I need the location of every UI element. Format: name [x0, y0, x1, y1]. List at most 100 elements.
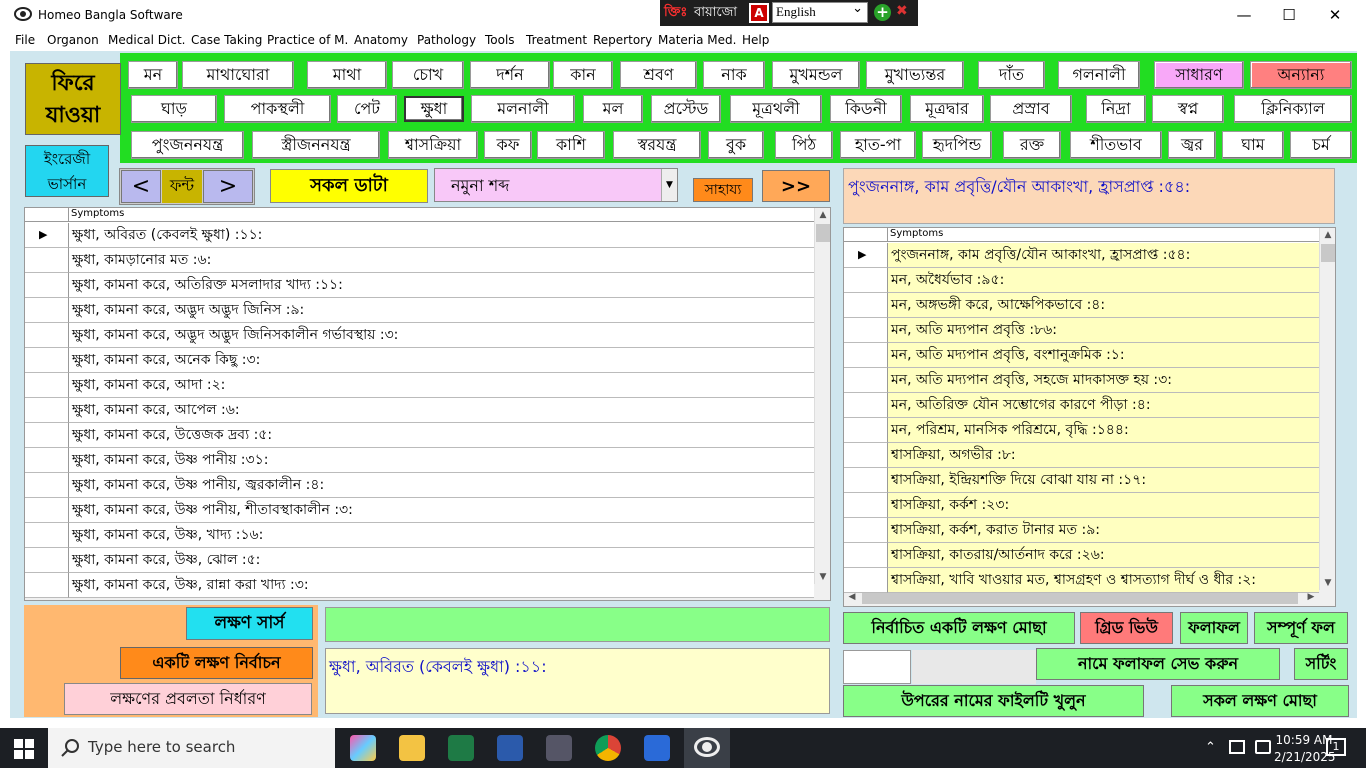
table-row[interactable]: শ্বাসক্রিয়া, কাতরায়/আর্তনাদ করে :২৬: [888, 543, 1319, 568]
menu-organon[interactable]: Organon [47, 33, 99, 47]
table-row[interactable]: ক্ষুধা, কামনা করে, অতিরিক্ত মসলাদার খাদ্… [69, 273, 814, 298]
category-cough[interactable]: কাশি [537, 131, 605, 159]
row-header[interactable] [25, 548, 69, 573]
keyboard-a-icon[interactable]: A [749, 3, 769, 23]
category-clinical[interactable]: ক্লিনিক্যাল [1234, 95, 1352, 123]
english-version-button[interactable]: ইংরেজী ভার্সান [25, 145, 109, 197]
table-row[interactable]: শ্বাসক্রিয়া, কর্কশ :২৩: [888, 493, 1319, 518]
category-blood[interactable]: রক্ত [1003, 131, 1061, 159]
row-header[interactable] [25, 423, 69, 448]
symptom-check-button[interactable]: লক্ষণ সার্স [186, 607, 313, 640]
category-general[interactable]: সাধারণ [1154, 61, 1244, 89]
category-rectum[interactable]: মলনালী [471, 95, 575, 123]
category-throat[interactable]: গলনালী [1058, 61, 1140, 89]
sorting-button[interactable]: সর্টিং [1294, 648, 1348, 680]
left-vertical-scrollbar[interactable]: ▲ ▼ [814, 208, 830, 584]
category-female-genitalia[interactable]: স্ত্রীজননযন্ত্র [252, 131, 380, 159]
category-extremities[interactable]: হাত-পা [840, 131, 916, 159]
close-button[interactable]: ✕ [1312, 0, 1358, 30]
app-icon[interactable] [546, 735, 572, 761]
forward-button[interactable]: >> [762, 170, 830, 202]
category-heart[interactable]: হৃদপিন্ড [922, 131, 992, 159]
scroll-down-icon[interactable]: ▼ [1320, 578, 1335, 588]
add-icon[interactable]: + [874, 4, 891, 21]
table-row[interactable]: ক্ষুধা, কামনা করে, উষ্ণ পানীয়, জ্বরকালী… [69, 473, 814, 498]
symptom-prevalence-button[interactable]: লক্ষণের প্রবলতা নির্ধারণ [64, 683, 312, 715]
windows-start-icon[interactable] [14, 739, 34, 759]
delete-all-symptoms-button[interactable]: সকল লক্ষণ মোছা [1171, 685, 1349, 717]
row-header[interactable] [844, 518, 888, 543]
symptoms-grid-left[interactable]: Symptoms ▲ ▼ ◀ ▶ ▶ক্ষুধা, অবিরত (কেবলই ক… [24, 207, 831, 601]
row-header[interactable] [844, 543, 888, 568]
tools-icon[interactable]: ✖ [896, 3, 914, 21]
file-name-input[interactable] [843, 650, 911, 684]
category-vertigo[interactable]: মাথাঘোরা [182, 61, 294, 89]
category-neck[interactable]: ঘাড় [131, 95, 217, 123]
category-stool[interactable]: মল [583, 95, 643, 123]
menu-materia-med[interactable]: Materia Med. [658, 33, 736, 47]
category-mind[interactable]: মন [128, 61, 178, 89]
keyboard-layout-label[interactable]: বায়াজো [694, 3, 742, 21]
right-vertical-scrollbar[interactable]: ▲ ▼ [1319, 228, 1335, 590]
menu-practice[interactable]: Practice of M. [267, 33, 348, 47]
menu-anatomy[interactable]: Anatomy [354, 33, 408, 47]
table-row[interactable]: ক্ষুধা, কামনা করে, উত্তেজক দ্রব্য :৫: [69, 423, 814, 448]
row-header[interactable] [844, 318, 888, 343]
homeo-bangla-taskbar-button[interactable] [684, 728, 730, 768]
symptom-input-field[interactable] [325, 607, 830, 642]
back-button[interactable]: ফিরে যাওয়া [25, 63, 121, 135]
menu-medical-dict[interactable]: Medical Dict. [108, 33, 185, 47]
category-hearing[interactable]: শ্রবণ [620, 61, 697, 89]
menu-treatment[interactable]: Treatment [526, 33, 587, 47]
media-player-icon[interactable] [644, 735, 670, 761]
language-select[interactable]: English [772, 0, 868, 23]
table-row[interactable]: ক্ষুধা, কামনা করে, আদা :২: [69, 373, 814, 398]
help-button[interactable]: সাহায্য [693, 178, 753, 202]
h-scroll-thumb[interactable] [862, 592, 1298, 604]
category-prostate[interactable]: প্রস্টেড [651, 95, 721, 123]
table-row[interactable]: মন, অঙ্গভঙ্গী করে, আক্ষেপিকভাবে :৪: [888, 293, 1319, 318]
row-header[interactable] [844, 418, 888, 443]
open-file-button[interactable]: উপরের নামের ফাইলটি খুলুন [843, 685, 1144, 717]
chevron-up-icon[interactable]: ⌃ [1205, 740, 1216, 755]
volume-icon[interactable] [1255, 740, 1271, 754]
category-others[interactable]: অন্যান্য [1250, 61, 1352, 89]
category-eye[interactable]: চোখ [392, 61, 464, 89]
menu-help[interactable]: Help [742, 33, 769, 47]
table-row[interactable]: শ্বাসক্রিয়া, খাবি খাওয়ার মত, শ্বাসগ্রহ… [888, 568, 1319, 593]
row-header[interactable] [844, 393, 888, 418]
row-header[interactable] [25, 473, 69, 498]
row-header[interactable] [25, 448, 69, 473]
word-icon[interactable] [497, 735, 523, 761]
scroll-right-icon[interactable]: ▶ [1303, 592, 1319, 602]
category-fever[interactable]: জ্বর [1168, 131, 1216, 159]
row-header[interactable]: ▶ [844, 243, 888, 268]
selected-symptom-field[interactable]: ক্ষুধা, অবিরত (কেবলই ক্ষুধা) :১১: [325, 648, 830, 714]
category-dreams[interactable]: স্বপ্ন [1152, 95, 1224, 123]
clock-time[interactable]: 10:59 AM [1274, 733, 1334, 747]
table-row[interactable]: ক্ষুধা, কামনা করে, আপেল :৬: [69, 398, 814, 423]
category-urine[interactable]: প্রস্রাব [990, 95, 1072, 123]
scroll-up-icon[interactable]: ▲ [1320, 230, 1335, 240]
row-header[interactable] [25, 298, 69, 323]
category-sleep[interactable]: নিদ্রা [1086, 95, 1146, 123]
row-header[interactable] [844, 443, 888, 468]
menu-case-taking[interactable]: Case Taking [191, 33, 262, 47]
category-back[interactable]: পিঠ [775, 131, 833, 159]
category-appetite[interactable]: ক্ষুধা [404, 96, 464, 122]
save-result-button[interactable]: নামে ফলাফল সেভ করুন [1036, 648, 1280, 680]
taskbar-search-input[interactable]: Type here to search [48, 728, 335, 768]
grid-view-button[interactable]: গ্রিড ভিউ [1080, 612, 1173, 644]
category-expectoration[interactable]: কফ [484, 131, 532, 159]
row-header[interactable] [25, 398, 69, 423]
table-row[interactable]: ক্ষুধা, কামনা করে, অদ্ভুদ অদ্ভুদ জিনিস :… [69, 298, 814, 323]
category-male-genitalia[interactable]: পুংজননযন্ত্র [131, 131, 244, 159]
minimize-button[interactable]: — [1221, 0, 1267, 30]
table-row[interactable]: ক্ষুধা, কামনা করে, অনেক কিছু :৩: [69, 348, 814, 373]
row-header[interactable] [844, 293, 888, 318]
next-font-button[interactable]: > [203, 170, 253, 203]
row-header[interactable] [844, 468, 888, 493]
scroll-thumb[interactable] [816, 224, 830, 242]
table-row[interactable]: মন, অতি মদ্যপান প্রবৃত্তি :৮৬: [888, 318, 1319, 343]
row-header[interactable] [844, 268, 888, 293]
